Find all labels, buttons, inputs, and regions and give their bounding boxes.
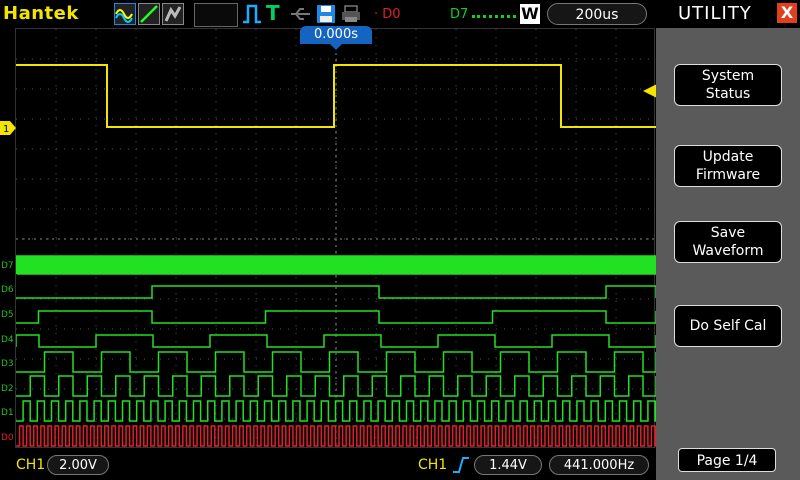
menu-title-bar: UTILITY X: [656, 0, 800, 28]
waveform-display[interactable]: [15, 28, 656, 449]
digital-end-label: D7: [450, 7, 469, 22]
update-firmware-button[interactable]: Update Firmware: [674, 145, 782, 187]
channel-label-d3: D3: [1, 359, 14, 369]
digital-range-dots: [472, 15, 516, 18]
waveform-canvas: [16, 29, 656, 449]
channel-label-d2: D2: [1, 384, 14, 394]
trigger-position-marker[interactable]: 0.000s: [300, 26, 372, 50]
page-indicator[interactable]: Page 1/4: [678, 448, 776, 472]
channel-label-d4: D4: [1, 335, 14, 345]
xy-mode-icon[interactable]: [138, 3, 160, 25]
top-status-bar: Hantek T · D0 D7 W 200us: [0, 0, 655, 28]
save-waveform-button[interactable]: Save Waveform: [674, 221, 782, 263]
sine-wave-icon[interactable]: [114, 3, 136, 25]
trigger-source-label: CH1: [418, 457, 448, 473]
pulse-trigger-icon: [241, 3, 263, 25]
rising-edge-icon: [452, 456, 470, 474]
frequency-readout: 441.000Hz: [549, 455, 649, 475]
brand-logo: Hantek: [3, 3, 79, 24]
ch1-label: CH1: [16, 457, 46, 473]
channel-label-d7: D7: [1, 261, 14, 271]
digital-start-label: · D0: [374, 7, 401, 22]
printer-icon: [340, 4, 362, 24]
channel-label-d6: D6: [1, 285, 14, 295]
usb-icon: [290, 4, 312, 24]
timebase-display[interactable]: 200us: [547, 3, 647, 25]
ch1-scale[interactable]: 2.00V: [47, 455, 109, 475]
do-self-cal-button[interactable]: Do Self Cal: [674, 305, 782, 347]
svg-text:1: 1: [3, 124, 9, 135]
ch1-offset-marker[interactable]: 1: [0, 120, 16, 135]
channel-label-d1: D1: [1, 408, 14, 418]
run-status-box[interactable]: [194, 3, 238, 27]
channel-label-d5: D5: [1, 310, 14, 320]
system-status-button[interactable]: System Status: [674, 64, 782, 106]
persistence-icon[interactable]: [162, 3, 184, 25]
trigger-level[interactable]: 1.44V: [474, 455, 542, 475]
trigger-level-marker[interactable]: [643, 83, 657, 98]
menu-title: UTILITY: [678, 3, 752, 24]
waveform-mode-badge[interactable]: W: [520, 4, 540, 24]
bottom-status-bar: CH1 2.00V CH1 1.44V 441.000Hz: [0, 452, 660, 480]
close-icon[interactable]: X: [777, 3, 797, 23]
utility-menu: UTILITY X System Status Update Firmware …: [656, 0, 800, 480]
channel-label-d0: D0: [1, 433, 14, 443]
save-disk-icon[interactable]: [315, 4, 337, 24]
d0-trace: [16, 425, 656, 447]
d7-trace: [16, 255, 656, 275]
d1-trace: [16, 400, 656, 422]
display-mode-group: [114, 3, 190, 25]
trigger-t-icon: T: [266, 1, 280, 25]
